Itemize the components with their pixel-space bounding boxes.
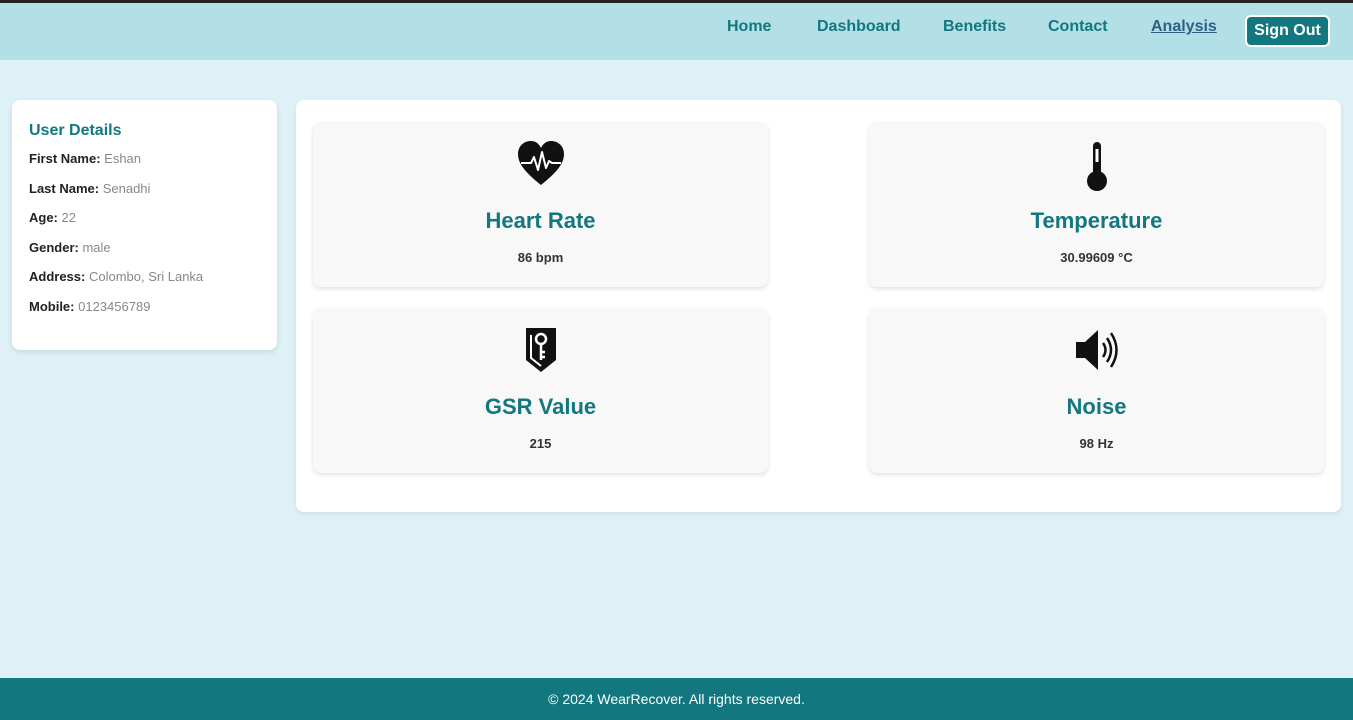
nav-link-contact[interactable]: Contact bbox=[1048, 18, 1108, 36]
detail-value: male bbox=[82, 239, 111, 255]
detail-label: First Name: bbox=[29, 151, 101, 166]
metric-title: Heart Rate bbox=[485, 208, 596, 233]
nav-link-analysis[interactable]: Analysis bbox=[1151, 18, 1217, 36]
metric-title: Temperature bbox=[1030, 208, 1163, 233]
top-navbar: Home Dashboard Benefits Contact Analysis… bbox=[0, 0, 1353, 60]
detail-label: Mobile: bbox=[29, 298, 75, 314]
metric-card-temperature: Temperature 30.99609 °C bbox=[869, 122, 1324, 287]
detail-row-gender: Gender: male bbox=[29, 239, 260, 257]
nav-link-dashboard[interactable]: Dashboard bbox=[817, 18, 901, 36]
metric-value: 215 bbox=[529, 436, 552, 451]
detail-label: Address: bbox=[29, 269, 86, 284]
footer-copyright: © 2024 WearRecover. All rights reserved. bbox=[548, 691, 805, 707]
detail-row-mobile: Mobile: 0123456789 bbox=[29, 298, 260, 316]
detail-label: Gender: bbox=[29, 239, 79, 255]
heart-pulse-icon bbox=[313, 140, 768, 192]
gsr-sensor-icon bbox=[313, 326, 768, 378]
metric-value: 98 Hz bbox=[1079, 436, 1114, 451]
detail-value: 22 bbox=[61, 210, 76, 225]
detail-label: Last Name: bbox=[29, 180, 100, 196]
detail-row-address: Address: Colombo, Sri Lanka bbox=[29, 268, 260, 286]
metric-value: 30.99609 °C bbox=[1060, 250, 1133, 265]
detail-value: Eshan bbox=[104, 151, 142, 166]
metric-card-gsr: GSR Value 215 bbox=[313, 308, 768, 473]
footer: © 2024 WearRecover. All rights reserved. bbox=[0, 678, 1353, 720]
metric-title: GSR Value bbox=[484, 394, 597, 419]
user-details-title: User Details bbox=[29, 122, 122, 139]
detail-row-last-name: Last Name: Senadhi bbox=[29, 180, 260, 198]
metric-card-noise: Noise 98 Hz bbox=[869, 308, 1324, 473]
metric-value: 86 bpm bbox=[517, 250, 564, 265]
detail-value: 0123456789 bbox=[78, 298, 151, 314]
speaker-icon bbox=[869, 326, 1324, 378]
metrics-panel: Heart Rate 86 bpm Temperature 30.99609 °… bbox=[296, 100, 1341, 512]
detail-value: Senadhi bbox=[102, 180, 151, 196]
sign-out-button[interactable]: Sign Out bbox=[1245, 15, 1330, 47]
nav-link-home[interactable]: Home bbox=[727, 18, 771, 36]
nav-link-benefits[interactable]: Benefits bbox=[943, 18, 1006, 36]
detail-row-age: Age: 22 bbox=[29, 209, 260, 227]
detail-label: Age: bbox=[29, 210, 58, 225]
detail-value: Colombo, Sri Lanka bbox=[88, 269, 204, 284]
thermometer-icon bbox=[869, 140, 1324, 192]
metric-title: Noise bbox=[1066, 394, 1127, 419]
detail-row-first-name: First Name: Eshan bbox=[29, 150, 260, 168]
metric-card-heart-rate: Heart Rate 86 bpm bbox=[313, 122, 768, 287]
user-details-card: User Details First Name: Eshan Last Name… bbox=[12, 100, 277, 350]
